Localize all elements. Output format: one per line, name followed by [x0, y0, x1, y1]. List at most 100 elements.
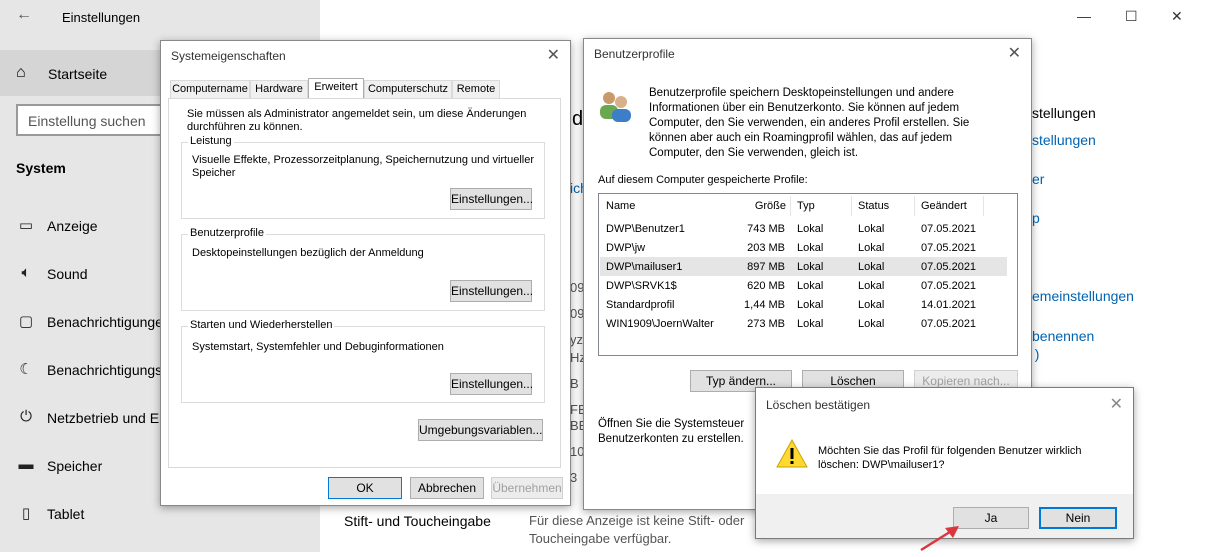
nav-item-label: Tablet — [47, 506, 85, 522]
close-icon[interactable]: ✕ — [1171, 8, 1183, 25]
cell-name: DWP\SRVK1$ — [606, 280, 677, 292]
startup-text: Systemstart, Systemfehler und Debuginfor… — [192, 341, 444, 353]
startup-settings-button[interactable]: Einstellungen... — [450, 373, 533, 395]
column-header-modified[interactable]: Geändert — [921, 200, 967, 212]
pen-touch-heading: Stift- und Toucheingabe — [344, 513, 491, 529]
column-header-name[interactable]: Name — [606, 200, 635, 212]
group-label: Leistung — [188, 135, 234, 147]
close-icon[interactable]: ✕ — [1008, 43, 1021, 63]
cell-name: DWP\Benutzer1 — [606, 223, 685, 235]
related-link-3[interactable]: p — [1032, 210, 1040, 226]
page-heading-fragment: d — [572, 108, 584, 130]
cell-status: Lokal — [858, 223, 885, 235]
nav-item-display[interactable]: ▭ Anzeige — [0, 208, 162, 244]
nav-item-storage[interactable]: ▬ Speicher — [0, 448, 162, 484]
table-row[interactable]: DWP\jw 203 MB Lokal Lokal 07.05.2021 — [600, 239, 1007, 258]
close-icon[interactable]: ✕ — [1110, 394, 1123, 414]
related-link-6[interactable]: ) — [1032, 346, 1040, 362]
nav-item-notifications[interactable]: ▢ Benachrichtigungen — [0, 304, 162, 340]
tab-remote[interactable]: Remote — [452, 80, 500, 98]
column-header-size[interactable]: Größe — [752, 200, 786, 212]
text-fragment: B — [570, 376, 579, 391]
apply-button[interactable]: Übernehmen — [491, 477, 563, 499]
dialog-title: Löschen bestätigen — [766, 398, 871, 412]
users-icon — [597, 88, 633, 124]
cell-type: Lokal — [797, 318, 824, 330]
text-fragment: yz — [570, 332, 583, 347]
cell-modified: 07.05.2021 — [921, 261, 977, 273]
profiles-list-label: Auf diesem Computer gespeicherte Profile… — [598, 174, 808, 186]
related-link-5[interactable]: benennen — [1032, 328, 1094, 344]
performance-settings-button[interactable]: Einstellungen... — [450, 188, 533, 210]
annotation-arrow-icon — [915, 520, 965, 552]
cell-name: WIN1909\JoernWalter — [606, 318, 714, 330]
tab-computerschutz[interactable]: Computerschutz — [364, 80, 452, 98]
tab-computername[interactable]: Computername — [170, 80, 250, 98]
cell-modified: 07.05.2021 — [921, 280, 977, 292]
column-header-type[interactable]: Typ — [797, 200, 815, 212]
column-separator — [983, 196, 984, 216]
cell-status: Lokal — [858, 242, 885, 254]
profiles-settings-button[interactable]: Einstellungen... — [450, 280, 533, 302]
cancel-button[interactable]: Abbrechen — [410, 477, 484, 499]
nav-item-label: Benachrichtigungsassistent — [47, 362, 162, 378]
column-header-status[interactable]: Status — [858, 200, 889, 212]
related-link-1[interactable]: stellungen — [1032, 132, 1096, 148]
monitor-icon: ▭ — [18, 217, 34, 234]
minimize-icon[interactable]: — — [1077, 8, 1091, 24]
table-row-selected[interactable]: DWP\mailuser1 897 MB Lokal Lokal 07.05.2… — [600, 258, 1007, 277]
section-heading-system: System — [16, 160, 66, 176]
table-row[interactable]: WIN1909\JoernWalter 273 MB Lokal Lokal 0… — [600, 315, 1007, 334]
admin-note: Sie müssen als Administrator angemeldet … — [187, 108, 527, 133]
tab-hardware[interactable]: Hardware — [250, 80, 308, 98]
table-row[interactable]: DWP\SRVK1$ 620 MB Lokal Lokal 07.05.2021 — [600, 277, 1007, 296]
power-icon: ⏻ — [20, 408, 32, 425]
cell-type: Lokal — [797, 261, 824, 273]
cell-status: Lokal — [858, 261, 885, 273]
group-label: Starten und Wiederherstellen — [188, 319, 335, 331]
nav-home-label: Startseite — [48, 66, 108, 82]
nav-item-label: Netzbetrieb und Energiesparen — [47, 410, 162, 426]
cell-type: Lokal — [797, 299, 824, 311]
nav-item-power[interactable]: ⏻ Netzbetrieb und Energiesparen — [0, 400, 162, 436]
cell-size: 1,44 MB — [744, 299, 785, 311]
profiles-footer-line-2: Benutzerkonten zu erstellen. — [598, 433, 744, 445]
dialog-title: Benutzerprofile — [594, 47, 675, 61]
cell-modified: 07.05.2021 — [921, 242, 977, 254]
text-fragment: 3 — [570, 470, 578, 485]
pen-touch-text-1: Für diese Anzeige ist keine Stift- oder — [529, 513, 745, 528]
cell-size: 743 MB — [747, 223, 785, 235]
column-separator — [914, 196, 915, 216]
related-link-4[interactable]: emeinstellungen — [1032, 288, 1134, 304]
notification-icon: ▢ — [18, 313, 34, 330]
environment-variables-button[interactable]: Umgebungsvariablen... — [418, 419, 543, 441]
nav-item-sound[interactable]: 🔈︎ Sound — [0, 256, 162, 292]
settings-title: Einstellungen — [62, 10, 141, 25]
related-link-2[interactable]: er — [1032, 171, 1044, 187]
cell-type: Lokal — [797, 242, 824, 254]
close-icon[interactable]: ✕ — [547, 45, 560, 65]
cell-name: DWP\jw — [606, 242, 646, 254]
nav-list: ▭ Anzeige 🔈︎ Sound ▢ Benachrichtigungen … — [0, 200, 163, 552]
back-arrow-icon[interactable]: ← — [16, 6, 32, 24]
pen-touch-text-2: Toucheingabe verfügbar. — [529, 531, 672, 546]
ok-button[interactable]: OK — [328, 477, 402, 499]
maximize-icon[interactable]: ☐ — [1125, 8, 1138, 25]
moon-icon: ☾ — [19, 361, 33, 378]
table-row[interactable]: Standardprofil 1,44 MB Lokal Lokal 14.01… — [600, 296, 1007, 315]
confirm-message-line-2: löschen: DWP\mailuser1? — [818, 459, 945, 471]
cell-type: Lokal — [797, 223, 824, 235]
tablet-icon: ▯ — [21, 505, 31, 522]
cell-status: Lokal — [858, 299, 885, 311]
nav-item-tablet[interactable]: ▯ Tablet — [0, 496, 162, 532]
cell-status: Lokal — [858, 280, 885, 292]
table-row[interactable]: DWP\Benutzer1 743 MB Lokal Lokal 07.05.2… — [600, 220, 1007, 239]
dialog-title: Systemeigenschaften — [171, 49, 286, 63]
search-placeholder: Einstellung suchen — [28, 113, 146, 129]
cell-status: Lokal — [858, 318, 885, 330]
no-button[interactable]: Nein — [1039, 507, 1117, 529]
tab-erweitert[interactable]: Erweitert — [308, 78, 364, 99]
related-settings-heading: stellungen — [1032, 105, 1096, 121]
profiles-intro: Benutzerprofile speichern Desktopeinstel… — [649, 87, 970, 159]
nav-item-focus-assist[interactable]: ☾ Benachrichtigungsassistent — [0, 352, 162, 388]
